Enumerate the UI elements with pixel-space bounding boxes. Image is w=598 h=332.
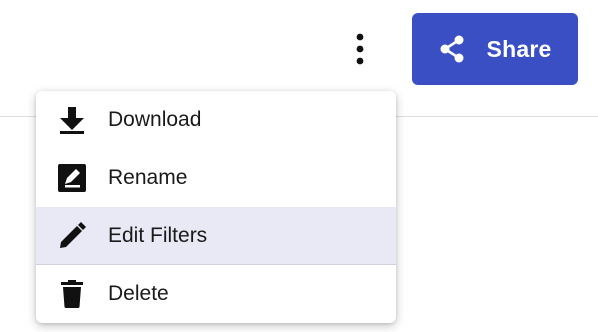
menu-item-label: Download [108, 108, 202, 131]
dropdown-menu: Download Rename Edit Filters Delete [36, 91, 396, 323]
rename-icon [56, 162, 88, 194]
menu-item-download[interactable]: Download [36, 91, 396, 149]
page: Share Download Rename Edit Filters Delet… [0, 0, 598, 332]
share-button[interactable]: Share [412, 13, 578, 85]
menu-item-rename[interactable]: Rename [36, 149, 396, 207]
more-vertical-icon [356, 33, 364, 65]
pencil-icon [56, 220, 88, 252]
share-button-label: Share [486, 35, 552, 62]
trash-icon [56, 278, 88, 310]
menu-item-label: Delete [108, 282, 169, 305]
more-options-button[interactable] [340, 26, 380, 72]
menu-item-delete[interactable]: Delete [36, 265, 396, 323]
menu-item-label: Rename [108, 166, 188, 189]
share-icon [439, 35, 465, 63]
download-icon [56, 104, 88, 136]
menu-item-edit-filters[interactable]: Edit Filters [36, 207, 396, 265]
menu-item-label: Edit Filters [108, 224, 208, 247]
